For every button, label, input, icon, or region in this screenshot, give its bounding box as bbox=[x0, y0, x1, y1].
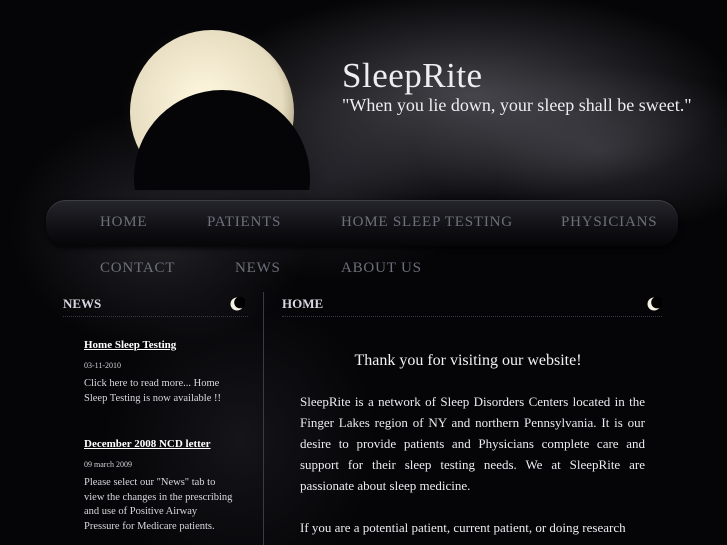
nav-patients[interactable]: PATIENTS bbox=[207, 214, 281, 231]
column-divider bbox=[263, 292, 264, 545]
nav-home-sleep-testing[interactable]: HOME SLEEP TESTING bbox=[341, 214, 513, 231]
intro-paragraph: If you are a potential patient, current … bbox=[300, 520, 626, 535]
site-title: SleepRite bbox=[342, 56, 483, 95]
news-item-body: Click here to read more... Home Sleep Te… bbox=[84, 378, 221, 404]
crescent-moon-icon bbox=[647, 296, 662, 311]
news-item-date: 09 march 2009 bbox=[84, 460, 132, 469]
news-divider bbox=[63, 316, 248, 317]
news-item-title[interactable]: Home Sleep Testing bbox=[84, 339, 176, 351]
news-item-body: Please select our "News" tab to view the… bbox=[84, 477, 233, 532]
intro-paragraph: SleepRite is a network of Sleep Disorder… bbox=[300, 394, 645, 493]
home-divider bbox=[282, 316, 662, 317]
site-tagline: "When you lie down, your sleep shall be … bbox=[342, 95, 692, 115]
eclipse-image bbox=[120, 30, 310, 190]
news-item-date: 03-11-2010 bbox=[84, 361, 122, 370]
nav-news[interactable]: NEWS bbox=[235, 260, 281, 277]
page-title: HOME bbox=[282, 296, 324, 311]
crescent-moon-icon bbox=[230, 296, 245, 311]
news-item-title[interactable]: December 2008 NCD letter bbox=[84, 438, 211, 450]
nav-contact[interactable]: CONTACT bbox=[100, 260, 175, 277]
welcome-heading: Thank you for visiting our website! bbox=[354, 352, 582, 369]
nav-home[interactable]: HOME bbox=[100, 214, 147, 231]
nav-about-us[interactable]: ABOUT US bbox=[341, 260, 422, 277]
news-heading: NEWS bbox=[63, 296, 102, 311]
nav-physicians[interactable]: PHYSICIANS bbox=[561, 214, 657, 231]
